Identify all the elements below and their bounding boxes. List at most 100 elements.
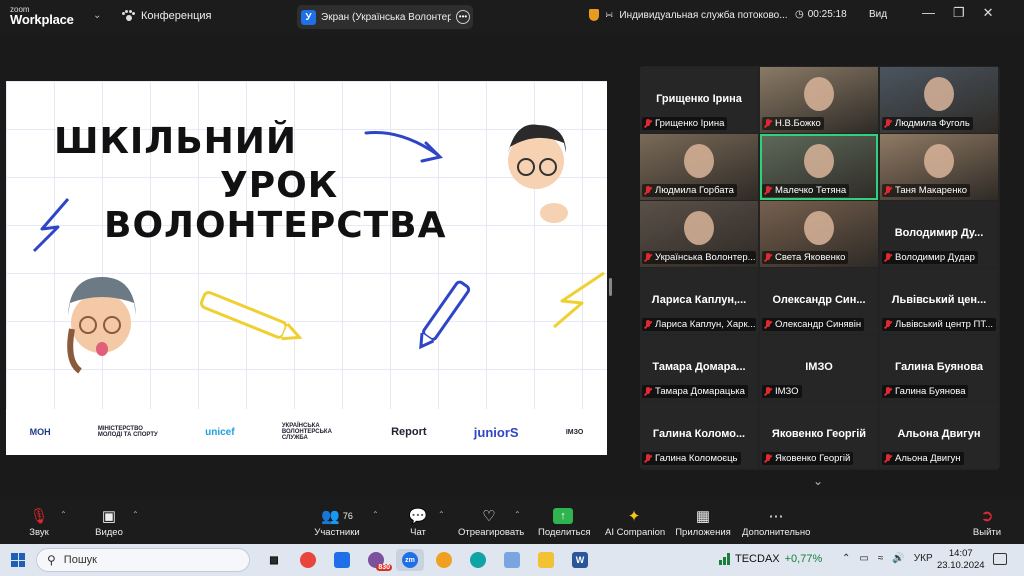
language-indicator[interactable]: УКР [914,553,933,564]
participant-video [924,144,954,178]
participants-icon: 👥 76 [321,508,353,525]
participant-tile[interactable]: Українська Волонтер... [640,201,758,267]
taskbar-search[interactable]: ⚲ Пошук [36,548,250,572]
participant-tile[interactable]: Людмила Горбата [640,134,758,200]
participant-tile[interactable]: Яковенко Георгій Яковенко Георгій [760,402,878,468]
resize-handle[interactable] [609,278,612,296]
share-button[interactable]: ↑ Поделиться [538,506,590,538]
participant-name: Галина Буянова [894,361,984,373]
participant-tile[interactable]: Света Яковенко [760,201,878,267]
heart-icon: ♡ [482,508,496,525]
notifications-icon[interactable] [993,553,1007,565]
task-view-icon[interactable]: ▩ [260,549,288,571]
mic-muted-icon [884,453,892,464]
chat-icon: 💬 [408,508,428,525]
partner-logo: juniorS [473,424,519,440]
close-icon[interactable]: ✕ [983,5,994,21]
viber-icon[interactable]: 830 [362,549,392,571]
view-button[interactable]: Вид [869,9,887,20]
wifi-icon[interactable]: ≈ [878,553,884,564]
participant-tile[interactable]: Володимир Ду... Володимир Дудар [880,201,998,267]
mic-muted-icon [884,185,892,196]
participant-tile[interactable]: Тамара Домара... Тамара Домарацька [640,335,758,401]
meeting-info[interactable]: Конференция [122,10,211,22]
participants-button[interactable]: 👥 76 Участники [313,506,361,538]
edge-icon[interactable] [464,549,492,571]
participant-label: Таня Макаренко [882,184,971,197]
more-button[interactable]: ⋯ Дополнительно [742,506,810,538]
stock-widget[interactable]: TECDAX +0,77% [719,553,822,565]
meeting-timer: ◷ 00:25:18 [795,9,847,20]
battery-icon[interactable]: ▭ [859,553,868,564]
participant-tile[interactable]: Таня Макаренко [880,134,998,200]
chevron-down-icon[interactable]: ⌄ [93,10,101,21]
ai-companion-button[interactable]: ✦ AI Companion [605,506,665,538]
participant-tile[interactable]: Н.В.Божко [760,67,878,133]
shared-screen-pill[interactable]: У Экран (Українська Волонтерсь ••• [297,5,473,29]
minimize-icon[interactable]: — [922,5,935,21]
volume-icon[interactable]: 🔊 [892,553,904,564]
restore-icon[interactable]: ❐ [953,5,965,21]
mic-muted-icon [884,386,892,397]
audio-options-caret[interactable]: ⌃ [60,510,67,519]
chrome-icon[interactable] [294,549,322,571]
word-icon[interactable]: W [566,549,594,571]
participant-label-text: Галина Буянова [895,386,966,397]
participant-label: Олександр Синявін [762,318,865,331]
participants-options-caret[interactable]: ⌃ [372,510,379,519]
participant-video [684,144,714,178]
windows-start-icon[interactable] [11,553,25,567]
file-explorer-icon[interactable] [532,549,560,571]
participant-tile[interactable]: Олександр Син... Олександр Синявін [760,268,878,334]
more-options-icon[interactable]: ••• [456,10,470,24]
participant-name: Галина Коломо... [652,428,746,440]
participant-video [804,77,834,111]
shield-icon [589,9,599,21]
chat-button[interactable]: 💬 Чат [407,506,429,538]
video-options-caret[interactable]: ⌃ [132,510,139,519]
react-options-caret[interactable]: ⌃ [514,510,521,519]
participant-tile[interactable]: Малечко Тетяна [760,134,878,200]
participant-tile[interactable]: ІМЗО ІМЗО [760,335,878,401]
mic-muted-icon [884,252,892,263]
participant-tile[interactable]: Лариса Каплун,... Лариса Каплун, Харк... [640,268,758,334]
mic-muted-icon [764,453,772,464]
participant-label: Малечко Тетяна [762,184,850,197]
apps-button[interactable]: ▦ Приложения [674,506,732,538]
leave-button[interactable]: ➲ Выйти [971,506,1003,538]
chat-options-caret[interactable]: ⌃ [438,510,445,519]
paint-icon[interactable] [430,549,458,571]
video-button[interactable]: ▣ Видео [94,506,124,538]
audio-button[interactable]: 🎙 Звук [26,506,52,538]
windows-taskbar: ⚲ Пошук ▩ 830 zm W TECDAX +0,77% ⌃ ▭ ≈ 🔊… [0,544,1024,576]
participant-tile[interactable]: Галина Коломо... Галина Коломоєць [640,402,758,468]
title-bar: zoom Workplace ⌄ Конференция У Экран (Ук… [0,0,1024,33]
participant-name: Яковенко Георгій [771,428,867,440]
boy-avatar-emoji [508,124,568,223]
stream-status[interactable]: ∺ Индивидуальная служба потоково... [589,9,788,21]
participant-label-text: Грищенко Ірина [655,118,725,129]
participant-tile[interactable]: Львівський цен... Львівський центр ПТ... [880,268,998,334]
taskbar-clock[interactable]: 14:07 23.10.2024 [937,548,985,572]
chevron-down-icon[interactable]: ⌄ [813,474,823,488]
zoom-taskbar-icon[interactable]: zm [396,549,424,571]
paw-icon [122,10,135,22]
partner-logo: unicef [205,426,235,438]
react-button[interactable]: ♡ Отреагировать [458,506,524,538]
partner-logo: МОН [29,427,51,437]
participant-tile[interactable]: Галина Буянова Галина Буянова [880,335,998,401]
shared-screen[interactable]: ШКІЛЬНИЙ УРОК ВОЛОНТЕРСТВА МОН МІНІСТЕРС… [6,81,607,455]
participant-video [684,211,714,245]
participant-tile[interactable]: Грищенко Ірина Грищенко Ірина [640,67,758,133]
participant-tile[interactable]: Людмила Фуголь [880,67,998,133]
participant-label-text: Яковенко Георгій [775,453,851,464]
apps-icon: ▦ [695,508,711,525]
meeting-name: Конференция [141,10,212,22]
participant-tile[interactable]: Альона Двигун Альона Двигун [880,402,998,468]
share-screen-icon: ↑ [538,506,588,526]
gallery-icon[interactable] [498,549,526,571]
participant-label-text: Володимир Дудар [895,252,975,263]
chevron-up-icon[interactable]: ⌃ [842,553,850,564]
participant-label-text: Українська Волонтер... [655,252,756,263]
mail-icon[interactable] [328,549,356,571]
